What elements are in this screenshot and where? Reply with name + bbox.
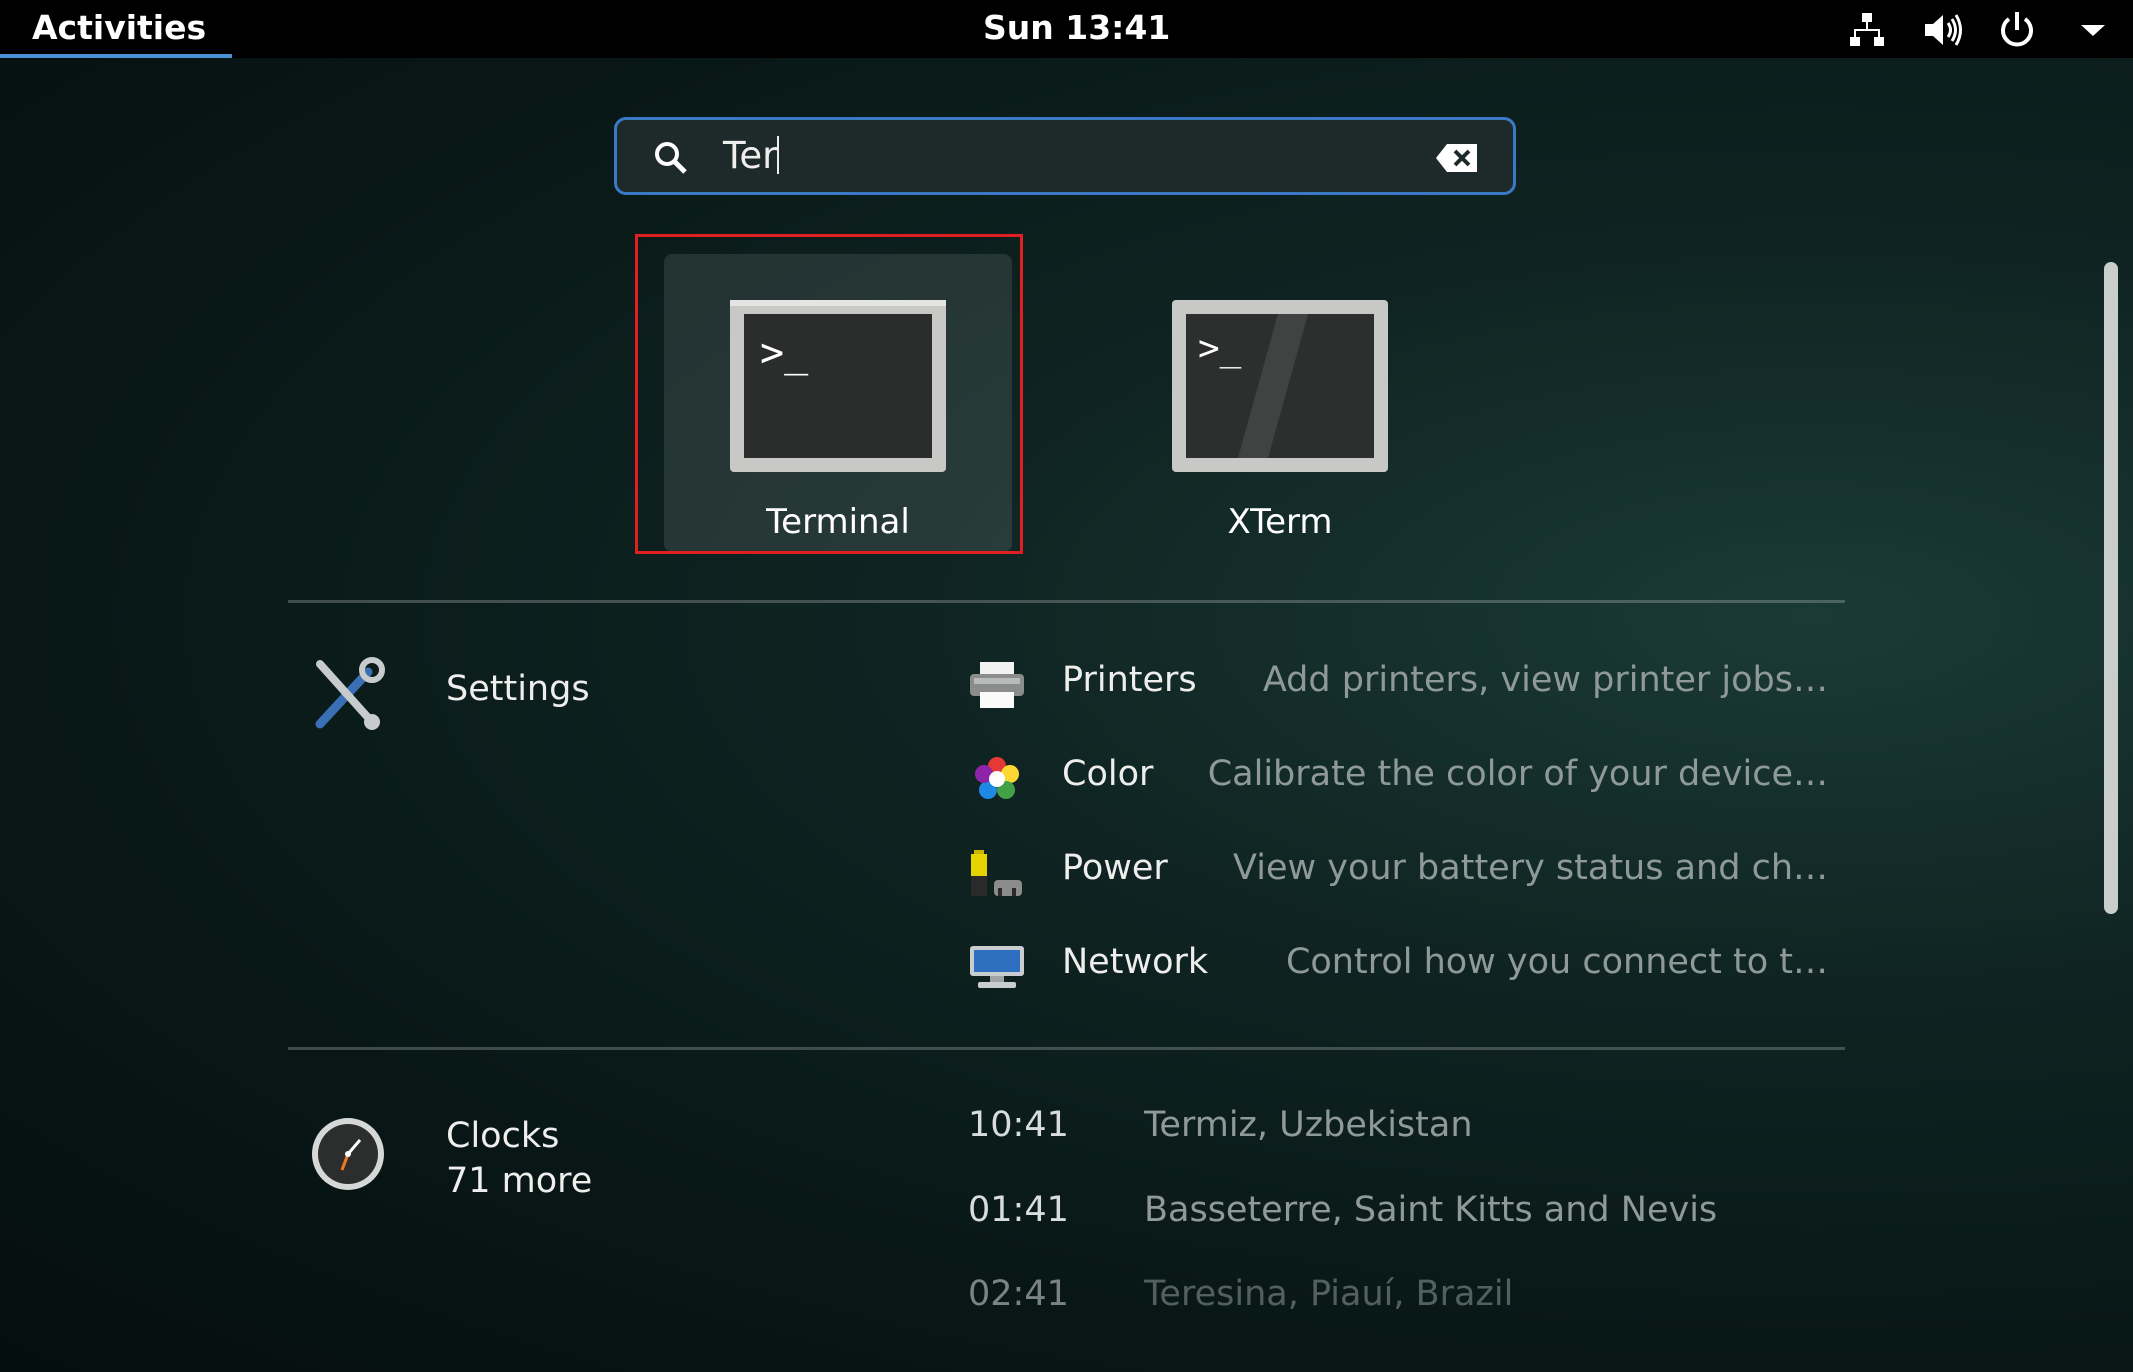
settings-provider-label[interactable]: Settings bbox=[446, 666, 590, 712]
settings-result-description: Control how you connect to t… bbox=[1285, 942, 1828, 982]
app-result-xterm[interactable]: >_ XTerm bbox=[1106, 254, 1454, 552]
settings-result-name: Power bbox=[1062, 848, 1168, 888]
clocks-icon[interactable] bbox=[306, 1114, 390, 1194]
volume-icon[interactable] bbox=[1921, 10, 1962, 50]
settings-result-description: Add printers, view printer jobs… bbox=[1262, 660, 1828, 700]
clock-button[interactable]: Sun 13:41 bbox=[983, 8, 1170, 47]
xterm-icon: >_ bbox=[1168, 296, 1392, 476]
clear-icon[interactable] bbox=[1435, 142, 1479, 174]
top-bar: Activities Sun 13:41 bbox=[0, 0, 2133, 58]
separator bbox=[288, 1047, 1845, 1050]
settings-result-network[interactable]: Network Control how you connect to t… bbox=[968, 936, 1828, 996]
clock-time: 02:41 bbox=[968, 1274, 1069, 1314]
results-scrollbar[interactable] bbox=[2104, 262, 2118, 914]
clock-time: 10:41 bbox=[968, 1105, 1069, 1145]
settings-result-description: Calibrate the color of your device… bbox=[1207, 754, 1828, 794]
settings-result-printers[interactable]: Printers Add printers, view printer jobs… bbox=[968, 654, 1828, 714]
separator bbox=[288, 600, 1845, 603]
power-icon[interactable] bbox=[1997, 10, 2037, 50]
color-icon bbox=[968, 754, 1026, 804]
settings-result-name: Color bbox=[1062, 754, 1154, 794]
app-label: XTerm bbox=[1227, 502, 1333, 542]
clock-time: 01:41 bbox=[968, 1190, 1069, 1230]
settings-result-name: Printers bbox=[1062, 660, 1197, 700]
network-settings-icon bbox=[968, 942, 1026, 992]
clocks-provider-label[interactable]: Clocks bbox=[446, 1113, 559, 1159]
power-battery-icon bbox=[968, 848, 1026, 898]
printer-icon bbox=[968, 660, 1026, 710]
settings-result-description: View your battery status and ch… bbox=[1233, 848, 1828, 888]
activities-underline bbox=[0, 54, 232, 58]
search-entry[interactable]: Ter bbox=[614, 117, 1516, 195]
system-tray[interactable] bbox=[1833, 0, 2133, 58]
clock-location: Termiz, Uzbekistan bbox=[1144, 1105, 1473, 1145]
activities-label: Activities bbox=[32, 8, 207, 47]
clock-location: Basseterre, Saint Kitts and Nevis bbox=[1144, 1190, 1718, 1230]
settings-result-name: Network bbox=[1062, 942, 1209, 982]
clock-location: Teresina, Piauí, Brazil bbox=[1144, 1274, 1514, 1314]
text-caret bbox=[777, 136, 780, 174]
settings-result-color[interactable]: Color Calibrate the color of your device… bbox=[968, 748, 1828, 808]
selection-highlight-box bbox=[635, 234, 1023, 554]
network-icon[interactable] bbox=[1847, 10, 1887, 50]
settings-icon[interactable] bbox=[306, 654, 390, 734]
settings-result-power[interactable]: Power View your battery status and ch… bbox=[968, 842, 1828, 902]
svg-text:>_: >_ bbox=[1198, 328, 1242, 369]
clocks-more-label[interactable]: 71 more bbox=[446, 1158, 592, 1204]
menu-arrow-icon[interactable] bbox=[2073, 10, 2113, 50]
search-icon bbox=[651, 138, 691, 178]
search-input-text[interactable]: Ter bbox=[723, 134, 780, 177]
activities-button[interactable]: Activities bbox=[0, 0, 232, 58]
